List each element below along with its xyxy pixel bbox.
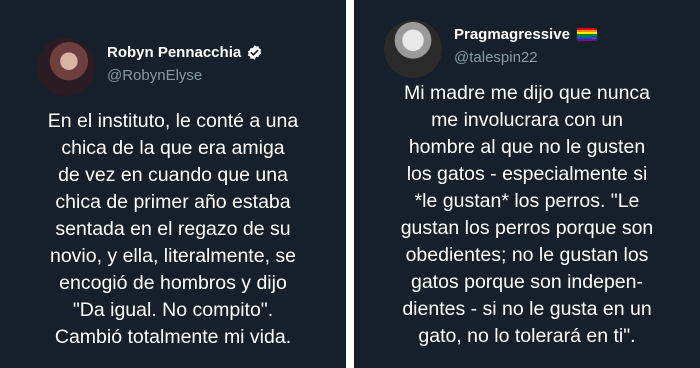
- tweet-text: Mi madre me dijo que nunca me involucrar…: [360, 80, 694, 350]
- tweet-line: Cambió totalmente mi vida.: [54, 326, 292, 348]
- tweet-line: *le gustan* los perros. "Le: [414, 190, 640, 212]
- tweet-line: chica de la que era amiga: [61, 137, 285, 159]
- tweet-card-robyn[interactable]: Robyn Pennacchia @RobynElyse En el insti…: [0, 0, 346, 368]
- tweet-line: gato, no lo tolerará en ti".: [418, 325, 636, 347]
- tweet-line: me involucrara con un: [431, 109, 623, 131]
- tweet-header: Robyn Pennacchia @RobynElyse: [37, 38, 263, 96]
- tweet-line: chica de primer año estaba: [55, 191, 291, 213]
- tweet-line: En el instituto, le conté a una: [47, 110, 299, 132]
- tweet-line: los gatos - especialmente si: [406, 163, 648, 185]
- tweet-header: Pragmagressive @talespin22: [384, 20, 597, 78]
- tweet-line: Mi madre me dijo que nunca: [403, 82, 651, 104]
- verified-icon: [248, 45, 262, 60]
- author-handle[interactable]: @talespin22: [454, 49, 597, 66]
- author-name[interactable]: Robyn Pennacchia: [107, 44, 241, 61]
- tweet-line: "Da igual. No compito".: [72, 299, 274, 321]
- tweet-line: encogió de hombros y dijo: [59, 272, 287, 294]
- avatar[interactable]: [384, 20, 442, 78]
- tweet-line: sentada en el regazo de su: [55, 218, 291, 240]
- author-handle[interactable]: @RobynElyse: [107, 67, 263, 84]
- tweet-line: gustan los perros porque son: [400, 217, 654, 239]
- rainbow-flag-icon: [576, 27, 597, 42]
- tweet-collage: Robyn Pennacchia @RobynElyse En el insti…: [0, 0, 700, 368]
- author-block: Robyn Pennacchia @RobynElyse: [107, 38, 263, 84]
- tweet-text: En el instituto, le conté a una chica de…: [4, 108, 342, 351]
- tweet-line: hombre al que no le gusten: [408, 136, 646, 158]
- name-row: Pragmagressive: [454, 26, 597, 43]
- tweet-card-pragmagressive[interactable]: Pragmagressive @talespin22 Mi madre me d…: [354, 0, 700, 368]
- avatar[interactable]: [37, 38, 95, 96]
- tweet-line: de vez en cuando que una: [58, 164, 288, 186]
- tweet-line: novio, y ella, literalmente, se: [49, 245, 297, 267]
- author-name[interactable]: Pragmagressive: [454, 26, 570, 43]
- author-block: Pragmagressive @talespin22: [454, 20, 597, 66]
- tweet-line: dientes - si no le gusta en un: [402, 298, 652, 320]
- tweet-line: obedientes; no le gustan los: [405, 244, 649, 266]
- tweet-line: gatos porque son indepen-: [410, 271, 643, 293]
- name-row: Robyn Pennacchia: [107, 44, 263, 61]
